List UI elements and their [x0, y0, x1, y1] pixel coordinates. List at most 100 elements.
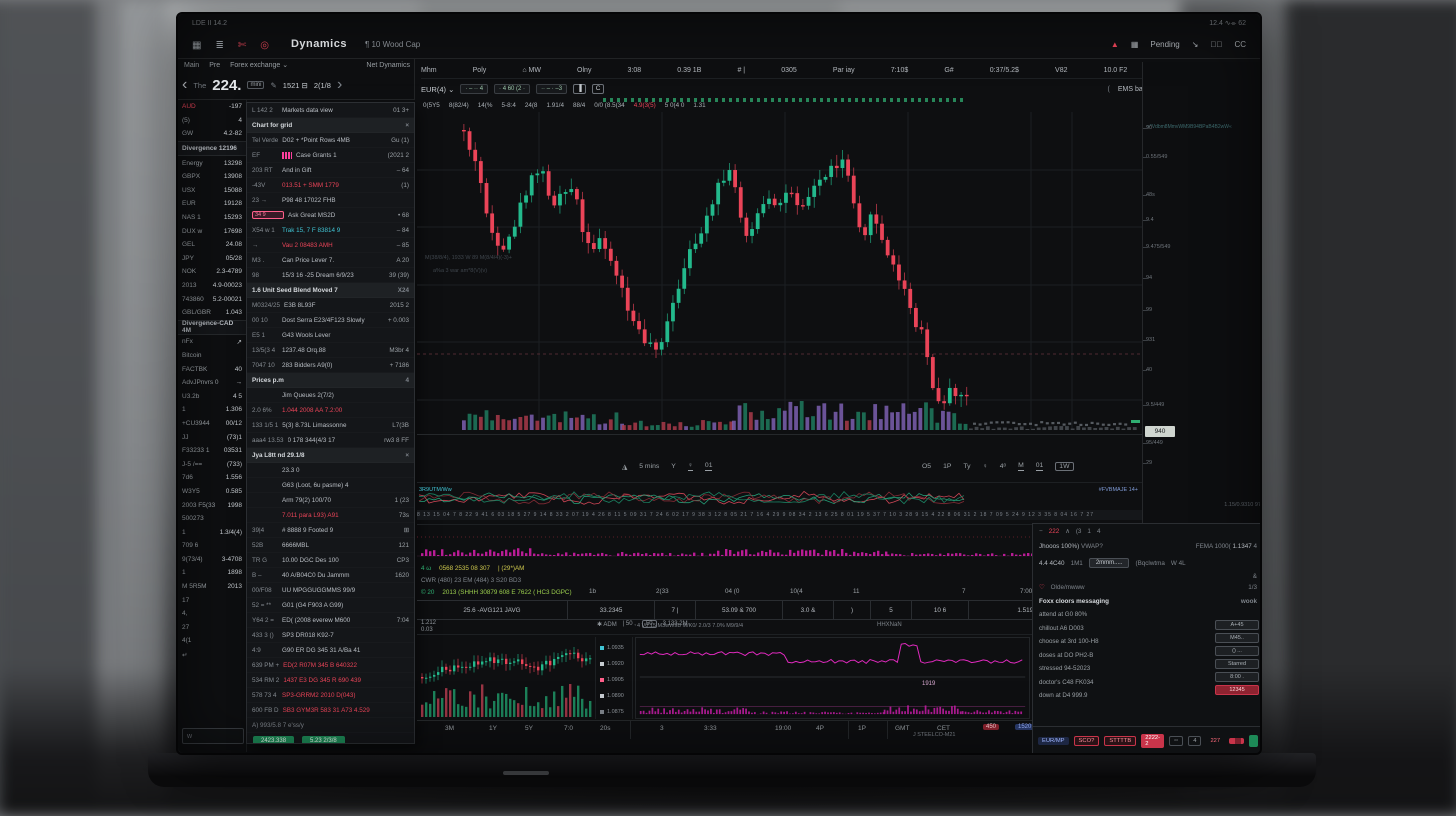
dock-control[interactable]: 4: [1097, 528, 1101, 535]
menu-item[interactable]: 4:9G90 ER DG 345 31 A/Ba 41: [247, 643, 414, 658]
watchlist-row[interactable]: W3Y50.585: [178, 485, 246, 499]
range-button[interactable]: 01: [1036, 462, 1044, 471]
adx-token[interactable]: | 50 ,: [623, 621, 636, 627]
range-button[interactable]: ♀: [983, 463, 988, 470]
menu-header-action[interactable]: ×: [405, 452, 409, 459]
grid-icon[interactable]: ▦: [192, 40, 201, 51]
dock-control[interactable]: ∧: [1065, 528, 1070, 535]
dock-control[interactable]: −: [1039, 528, 1043, 535]
interval-button[interactable]: ◮: [622, 463, 627, 471]
menu-section-header[interactable]: Chart for grid×: [247, 118, 414, 133]
watchlist-row[interactable]: F33233 103531: [178, 444, 246, 458]
layout-icon[interactable]: ▯⃓: [1210, 40, 1222, 49]
watchlist-row[interactable]: 17: [178, 593, 246, 607]
dock-bar-item[interactable]: SCO?: [1074, 736, 1100, 746]
fwd-chevron[interactable]: ›: [337, 76, 342, 94]
watchlist-row[interactable]: EUR19128: [178, 197, 246, 211]
watchlist-row[interactable]: Energy13298: [178, 156, 246, 170]
menu-item[interactable]: 639 PM +ED(2 R07M 345 B 640322: [247, 658, 414, 673]
watchlist-row[interactable]: JPY05/28: [178, 252, 246, 266]
order-tf[interactable]: 1M1: [1071, 560, 1083, 567]
order-list-item[interactable]: choose at 3rd 100-H8: [1033, 635, 1183, 649]
symbol-select[interactable]: EUR(4) ⌄: [421, 85, 454, 94]
menu-item[interactable]: 2.0 6%1.044 2008 AA 7.2:00: [247, 403, 414, 418]
order-list-item[interactable]: doses at DO PH2-B: [1033, 649, 1183, 663]
edit-icon[interactable]: ✎: [270, 81, 276, 90]
menu-item[interactable]: 00/F08UU MPGGUGGMMS 99/9: [247, 583, 414, 598]
range-button[interactable]: Ty: [963, 463, 970, 470]
watchlist-row[interactable]: AdvJPnvrs 0→: [178, 376, 246, 390]
header-token[interactable]: 0:37/5.2$: [990, 67, 1019, 74]
watchlist-row[interactable]: 11.3/4(4): [178, 525, 246, 539]
header-token[interactable]: 0.39 1B: [677, 67, 701, 74]
menu-item[interactable]: 39|4# 8888 9 Footed 9⊞: [247, 523, 414, 538]
menu-item[interactable]: 133 1/5 15(3) 8.73L LimassonneL7(3B: [247, 418, 414, 433]
menu-section-header[interactable]: Jya L8tt nd 29.1/8×: [247, 448, 414, 463]
range-button[interactable]: M: [1018, 462, 1024, 471]
time-axis-label[interactable]: 3: [660, 725, 664, 732]
order-button[interactable]: 2mmm.....: [1089, 558, 1130, 568]
watchlist-row[interactable]: U3.2b4 5: [178, 389, 246, 403]
watchlist-row[interactable]: nFx↗: [178, 335, 246, 349]
header-token[interactable]: Mhm: [421, 67, 437, 74]
dock-control[interactable]: 222: [1049, 528, 1060, 535]
header-token[interactable]: Olny: [577, 67, 591, 74]
grid2-icon[interactable]: ▦: [1131, 40, 1139, 49]
watchlist-row[interactable]: 7438605.2-00021: [178, 292, 246, 306]
dock-control[interactable]: 1: [1087, 528, 1091, 535]
watchlist-row[interactable]: 20134.9-00023: [178, 279, 246, 293]
watchlist-row[interactable]: GBPX13908: [178, 170, 246, 184]
watchlist-row[interactable]: +CU394400/12: [178, 417, 246, 431]
order-list-item[interactable]: attend at G0 80%: [1033, 608, 1183, 622]
menu-item[interactable]: 34 9Ask Great MS2D• 68: [247, 208, 414, 223]
menu-item[interactable]: aaa4 13.530 178 344(4/3 17rw3 8 FF: [247, 433, 414, 448]
watchlist-row[interactable]: 709 6: [178, 539, 246, 553]
segment-box-2[interactable]: · 4 60 (2 ·: [494, 84, 530, 94]
watchlist-row[interactable]: 4(1: [178, 634, 246, 648]
dock-control[interactable]: (3: [1076, 528, 1082, 535]
menu-item[interactable]: 9815/3 16 -25 Dream 6/9/2339 (39): [247, 268, 414, 283]
menu-item[interactable]: Tel VerdeD02 + *Point Rows 4MBGu (1): [247, 133, 414, 148]
dock-bar-item[interactable]: EUR/MP: [1038, 737, 1069, 745]
time-axis-label[interactable]: 1Y: [489, 725, 497, 732]
time-axis-label[interactable]: GMT: [895, 725, 909, 732]
header-token[interactable]: 0305: [781, 67, 797, 74]
range-button[interactable]: 1P: [943, 463, 951, 470]
menu-item[interactable]: Y64 2 =ED( (2008 everew M6007:04: [247, 613, 414, 628]
interval-button[interactable]: 5 mins: [639, 463, 659, 470]
menu-item[interactable]: 578 73 4SP3-GRRM2 2010 D(043): [247, 688, 414, 703]
watchlist-row[interactable]: JJ(73)1: [178, 430, 246, 444]
compare-button[interactable]: C: [592, 84, 605, 94]
back-chevron[interactable]: ‹: [182, 76, 187, 94]
watchlist-row[interactable]: 27: [178, 621, 246, 635]
header-token[interactable]: ⌂ MW: [522, 67, 541, 74]
header-token[interactable]: 3:08: [628, 67, 642, 74]
menu-item[interactable]: 203 RTAnd in Gift– 64: [247, 163, 414, 178]
watchlist-section[interactable]: Divergence 12196: [178, 141, 246, 157]
menu-section-header[interactable]: 1.6 Unit Seed Blend Moved 7X24: [247, 283, 414, 298]
menu-item[interactable]: 7047 10283 Bidders A9(0)+ 7186: [247, 358, 414, 373]
menu-header-action[interactable]: ×: [405, 122, 409, 129]
menu-item[interactable]: E5 1G43 Wools Lever: [247, 328, 414, 343]
time-axis-label[interactable]: 7:0: [564, 725, 573, 732]
watchlist-row[interactable]: USX15088: [178, 184, 246, 198]
time-axis-label[interactable]: 3:33: [704, 725, 717, 732]
menu-item[interactable]: 13/5(3 41237.48 Orq.88M3br 4: [247, 343, 414, 358]
interval-button[interactable]: ♀: [688, 462, 693, 471]
dock-bar-item[interactable]: 2222-2: [1141, 734, 1164, 748]
session-badge-red[interactable]: 450: [983, 724, 999, 730]
heart-icon[interactable]: ♡: [1039, 584, 1045, 591]
header-token[interactable]: 7:10$: [891, 67, 909, 74]
watchlist-row[interactable]: 4,: [178, 607, 246, 621]
watchlist-row[interactable]: NAS 115293: [178, 211, 246, 225]
menu-item[interactable]: M3 .Can Price Lever 7.A 20: [247, 253, 414, 268]
list-icon[interactable]: ≣: [215, 40, 223, 51]
dock-bar-item[interactable]: [1249, 735, 1258, 747]
watchlist-row[interactable]: 2003 F5(331998: [178, 498, 246, 512]
dock-side-button[interactable]: A+45: [1215, 620, 1259, 630]
target-icon[interactable]: ◎: [260, 40, 269, 51]
time-axis-label[interactable]: 4P: [816, 725, 824, 732]
tab-main[interactable]: Main: [184, 62, 199, 69]
menu-item[interactable]: -43V013.51 + SMM 1779(1): [247, 178, 414, 193]
watchlist-row[interactable]: GW4.2-82: [178, 127, 246, 141]
